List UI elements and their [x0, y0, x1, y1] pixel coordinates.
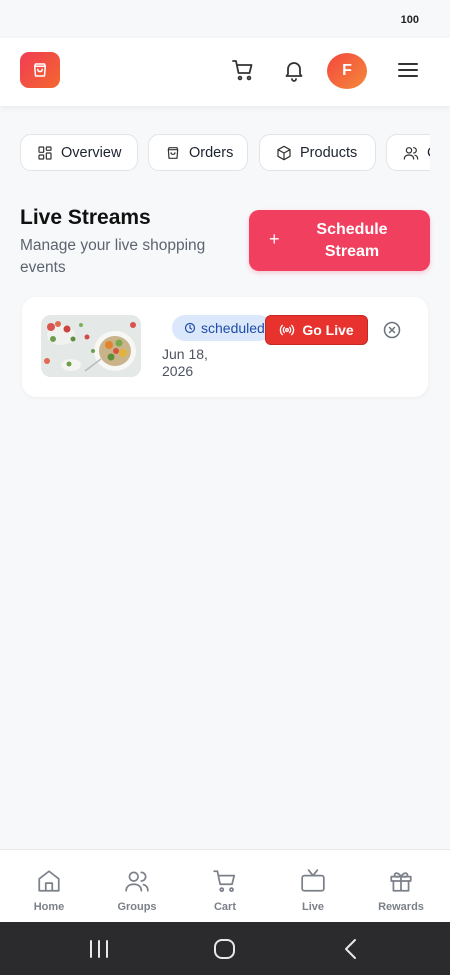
users-icon [125, 871, 149, 892]
stream-thumbnail [41, 315, 141, 377]
dashboard-icon [38, 145, 52, 160]
bell-icon[interactable] [282, 58, 306, 82]
nav-label: Rewards [378, 901, 424, 913]
bag-icon [167, 146, 179, 159]
go-live-button[interactable]: Go Live [265, 315, 368, 345]
stream-date: Jun 18, 2026 [162, 346, 208, 379]
broadcast-icon [280, 324, 295, 336]
avatar-initial: F [342, 62, 352, 79]
tab-label: C [427, 145, 430, 161]
shopping-bag-icon [34, 63, 46, 77]
tab-overview[interactable]: Overview [20, 134, 138, 171]
users-icon [403, 146, 419, 160]
section-tabs: Overview Orders Products C [20, 134, 430, 172]
app-logo[interactable] [20, 52, 60, 88]
box-icon [277, 145, 291, 160]
nav-cart[interactable]: Cart [180, 850, 270, 923]
nav-groups[interactable]: Groups [92, 850, 182, 923]
clock-icon [184, 322, 196, 334]
page-title: Live Streams [20, 206, 151, 229]
status-text: scheduled [201, 320, 265, 336]
tab-label: Overview [61, 144, 122, 161]
tab-label: Orders [189, 144, 234, 161]
cancel-stream-icon[interactable] [382, 320, 402, 340]
status-badge: scheduled [172, 315, 272, 341]
avatar[interactable]: F [327, 53, 367, 89]
nav-label: Live [301, 901, 324, 913]
nav-live[interactable]: Live [268, 850, 358, 923]
home-button-icon[interactable] [210, 936, 240, 962]
tab-orders[interactable]: Orders [148, 134, 248, 171]
page-subtitle: Manage your live shopping events [20, 237, 206, 276]
tab-products[interactable]: Products [259, 134, 376, 171]
nav-label: Groups [117, 901, 157, 913]
bottom-nav: Home Groups Cart Live Rewards [0, 849, 450, 922]
schedule-stream-button[interactable]: + Schedule Stream [249, 210, 430, 271]
go-live-label: Go Live [302, 322, 354, 338]
nav-label: Cart [213, 901, 236, 913]
home-icon [38, 870, 60, 892]
nav-label: Home [33, 901, 65, 913]
cart-icon [213, 870, 236, 893]
stream-card[interactable]: scheduled Go Live Jun 18, 2026 [22, 297, 428, 397]
system-nav-bar [0, 922, 450, 975]
battery-level: 100 [400, 14, 419, 26]
plus-icon: + [269, 229, 280, 249]
recent-apps-icon[interactable] [84, 936, 114, 962]
schedule-stream-label: Schedule Stream [316, 221, 388, 260]
nav-rewards[interactable]: Rewards [356, 850, 446, 923]
gift-icon [390, 872, 412, 892]
tv-icon [301, 869, 325, 892]
status-bar: 100 [0, 0, 450, 38]
tab-label: Products [300, 144, 358, 161]
nav-home[interactable]: Home [4, 850, 94, 923]
tab-customers[interactable]: C [386, 134, 430, 171]
menu-icon[interactable] [396, 58, 420, 82]
cart-icon[interactable] [231, 58, 255, 82]
back-icon[interactable] [336, 936, 366, 962]
app-header: F [0, 38, 450, 106]
